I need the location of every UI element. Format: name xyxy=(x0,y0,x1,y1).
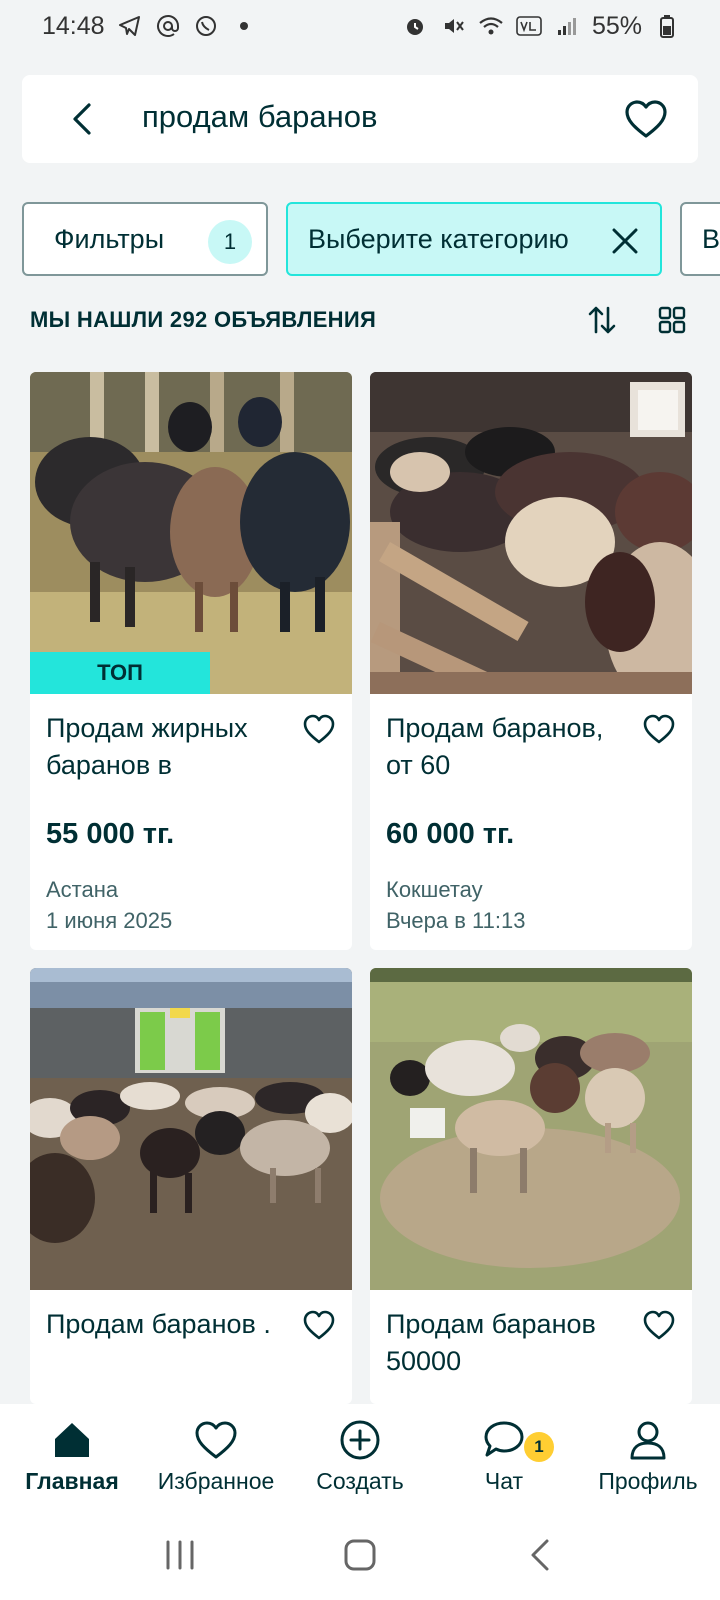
listing-card[interactable]: ТОП Продам жирных баранов в 55 000 тг. А… xyxy=(30,372,352,950)
listing-title[interactable]: Продам жирных баранов в xyxy=(46,710,282,784)
volte-icon xyxy=(516,13,542,39)
listing-city: Кокшетау xyxy=(386,877,483,902)
battery-icon xyxy=(654,13,680,39)
signal-icon xyxy=(554,13,580,39)
heart-icon[interactable] xyxy=(642,712,676,746)
grid-view-button[interactable] xyxy=(654,302,690,338)
listing-photo[interactable]: ТОП xyxy=(30,372,352,694)
results-count: МЫ НАШЛИ 292 ОБЪЯВЛЕНИЯ xyxy=(30,307,377,332)
bottom-nav: Главная Избранное Создать 1 Чат Профиль xyxy=(0,1404,720,1510)
nav-create-label: Создать xyxy=(316,1468,404,1494)
top-badge: ТОП xyxy=(30,652,210,694)
filters-label: Фильтры xyxy=(54,223,165,254)
search-query[interactable]: продам баранов xyxy=(142,99,377,135)
status-right: 55% xyxy=(402,12,680,41)
nav-create[interactable]: Создать xyxy=(288,1404,432,1510)
listing-photo[interactable] xyxy=(370,968,692,1290)
listing-city: Астана xyxy=(46,877,119,902)
nav-chat-label: Чат xyxy=(484,1468,524,1494)
all-label: Вся xyxy=(702,223,720,254)
chevron-left-icon xyxy=(73,103,91,135)
filters-button[interactable]: Фильтры 1 xyxy=(22,202,268,276)
filter-chips: Фильтры 1 Выберите категорию Вся xyxy=(22,202,720,278)
heart-icon[interactable] xyxy=(642,1308,676,1342)
heart-icon[interactable] xyxy=(302,1308,336,1342)
listing-photo[interactable] xyxy=(370,372,692,694)
sort-icon xyxy=(588,306,616,334)
heart-icon xyxy=(192,1416,240,1464)
chat-icon xyxy=(480,1416,528,1464)
home-icon xyxy=(48,1416,96,1464)
home-square-icon xyxy=(344,1539,376,1571)
listing-photo[interactable] xyxy=(30,968,352,1290)
category-label: Выберите категорию xyxy=(308,223,569,254)
plus-circle-icon xyxy=(336,1416,384,1464)
close-icon[interactable] xyxy=(608,224,642,258)
battery-percent: 55% xyxy=(591,11,642,40)
listing-price: 60 000 тг. xyxy=(386,818,515,850)
nav-favorites-label: Избранное xyxy=(157,1468,275,1494)
whatsapp-icon xyxy=(193,13,219,39)
listing-card[interactable]: Продам баранов 50000 xyxy=(370,968,692,1404)
search-bar[interactable]: продам баранов xyxy=(22,75,698,163)
category-chip[interactable]: Выберите категорию xyxy=(286,202,662,276)
listing-title[interactable]: Продам баранов 50000 xyxy=(386,1306,622,1380)
chat-badge: 1 xyxy=(524,1432,554,1462)
nav-profile[interactable]: Профиль xyxy=(576,1404,720,1510)
all-chip[interactable]: Вся xyxy=(680,202,720,276)
nav-home-label: Главная xyxy=(25,1468,119,1494)
listing-title[interactable]: Продам баранов, от 60 xyxy=(386,710,622,784)
home-system-button[interactable] xyxy=(330,1530,390,1580)
status-time: 14:48 xyxy=(42,11,105,40)
profile-icon xyxy=(624,1416,672,1464)
grid-icon xyxy=(658,306,686,334)
listing-date: Вчера в 11:13 xyxy=(386,908,526,933)
recent-apps-icon xyxy=(166,1540,194,1570)
recent-apps-button[interactable] xyxy=(150,1530,210,1580)
telegram-icon xyxy=(117,13,143,39)
nav-profile-label: Профиль xyxy=(598,1468,698,1494)
alarm-icon xyxy=(402,13,428,39)
save-search-button[interactable] xyxy=(622,95,670,143)
system-back-button[interactable] xyxy=(510,1530,570,1580)
wifi-icon xyxy=(478,13,504,39)
listing-card[interactable]: Продам баранов, от 60 60 000 тг. Кокшета… xyxy=(370,372,692,950)
heart-icon[interactable] xyxy=(302,712,336,746)
listing-card[interactable]: Продам баранов . xyxy=(30,968,352,1404)
results-header: МЫ НАШЛИ 292 ОБЪЯВЛЕНИЯ xyxy=(30,300,690,340)
sort-button[interactable] xyxy=(584,302,620,338)
filters-count-badge: 1 xyxy=(208,220,252,264)
listing-title[interactable]: Продам баранов . xyxy=(46,1306,282,1343)
nav-home[interactable]: Главная xyxy=(0,1404,144,1510)
back-button[interactable] xyxy=(60,97,104,141)
heart-icon xyxy=(625,100,667,138)
dot-icon xyxy=(231,13,257,39)
status-left: 14:48 xyxy=(42,12,257,41)
nav-chat[interactable]: 1 Чат xyxy=(432,1404,576,1510)
mute-icon xyxy=(440,13,466,39)
at-sign-icon xyxy=(155,13,181,39)
system-nav-bar xyxy=(0,1510,720,1600)
status-bar: 14:48 55% xyxy=(0,0,720,52)
results-actions xyxy=(584,302,690,338)
listing-date: 1 июня 2025 xyxy=(46,908,173,933)
listing-price: 55 000 тг. xyxy=(46,818,175,850)
nav-favorites[interactable]: Избранное xyxy=(144,1404,288,1510)
back-chevron-icon xyxy=(531,1539,549,1571)
